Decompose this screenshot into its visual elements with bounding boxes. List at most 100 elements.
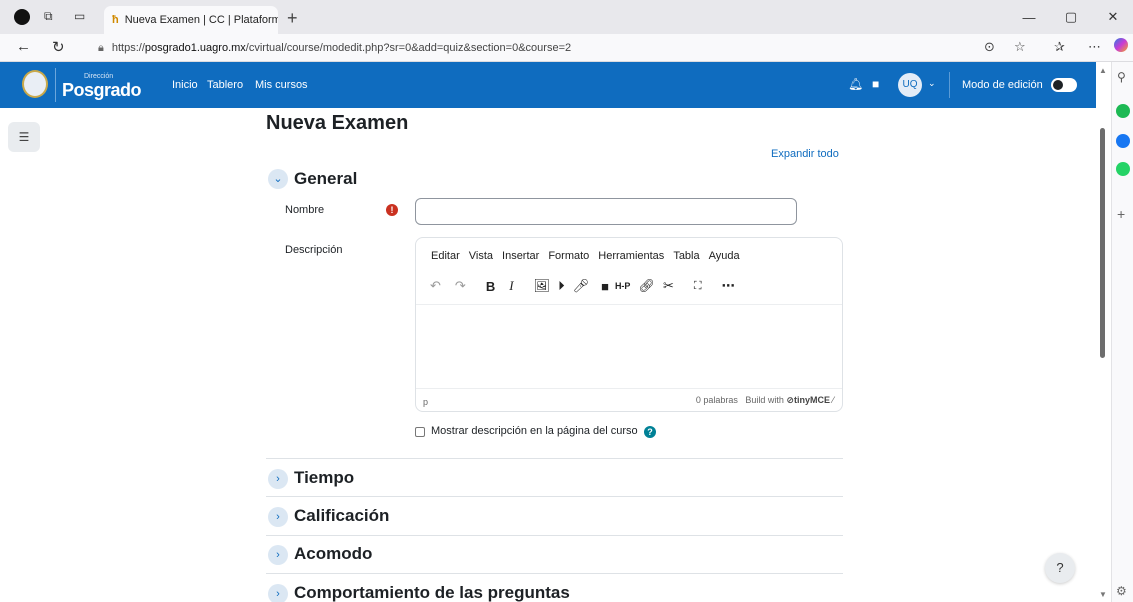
reader-icon[interactable]: ⊙: [984, 39, 995, 55]
general-collapse-chevron-down-icon[interactable]: ⌄: [268, 169, 288, 189]
expand-all-link[interactable]: Expandir todo: [771, 148, 839, 160]
resize-handle-icon[interactable]: ⁄: [832, 395, 834, 405]
section-divider: [266, 496, 843, 497]
editor-menubar: Editar Vista Insertar Formato Herramient…: [431, 250, 740, 262]
address-bar-row: ← ↻ 🔒︎ https://posgrado1.uagro.mx/cvirtu…: [0, 34, 1133, 62]
fullscreen-icon[interactable]: ⛶: [694, 280, 702, 293]
menu-editar[interactable]: Editar: [431, 250, 460, 262]
scroll-up-icon[interactable]: ▲: [1099, 66, 1107, 75]
more-tools-icon[interactable]: ⋯: [722, 278, 735, 294]
url-field[interactable]: 🔒︎ https://posgrado1.uagro.mx/cvirtual/c…: [90, 37, 1055, 59]
university-seal-logo[interactable]: [22, 70, 48, 98]
help-question-icon[interactable]: ?: [644, 426, 656, 438]
minimize-button[interactable]: —: [1014, 0, 1044, 34]
tinymce-brand[interactable]: tinyMCE: [794, 395, 830, 405]
name-input[interactable]: [415, 198, 797, 225]
section-comportamiento-title[interactable]: Comportamiento de las preguntas: [294, 583, 570, 602]
menu-insertar[interactable]: Insertar: [502, 250, 539, 262]
editor-content-area[interactable]: [416, 304, 842, 389]
page-title: Nueva Examen: [266, 112, 409, 134]
browser-tab-bar: ⧉ ▭ ħ Nueva Examen | CC | Plataforma v ×…: [0, 0, 1133, 34]
section-acomodo-title[interactable]: Acomodo: [294, 544, 372, 564]
show-description-label[interactable]: Mostrar descripción en la página del cur…: [431, 425, 638, 437]
italic-icon[interactable]: I: [509, 278, 513, 294]
facebook-icon[interactable]: [1116, 134, 1130, 148]
word-count[interactable]: 0 palabras: [696, 395, 738, 405]
logo-divider: [55, 68, 56, 102]
logo-title[interactable]: Posgrado: [62, 80, 142, 101]
bold-icon[interactable]: B: [486, 279, 495, 294]
nav-tablero-link[interactable]: Tablero: [207, 79, 243, 91]
url-host: posgrado1.uagro.mx: [144, 42, 246, 54]
media-icon[interactable]: ⏵: [558, 278, 565, 294]
user-menu-chevron-down-icon[interactable]: ⌄: [928, 78, 936, 89]
messages-icon[interactable]: ■: [872, 77, 879, 91]
copilot-icon[interactable]: [1114, 38, 1128, 52]
tab-actions-icon[interactable]: ▭: [74, 9, 85, 23]
menu-formato[interactable]: Formato: [548, 250, 589, 262]
sidebar-settings-gear-icon[interactable]: ⚙: [1116, 584, 1127, 598]
description-label: Descripción: [285, 244, 343, 256]
section-divider: [266, 458, 843, 459]
url-prefix: https://: [111, 42, 145, 54]
site-favicon-icon: ħ: [112, 13, 119, 26]
nav-mis-cursos-link[interactable]: Mis cursos: [255, 79, 308, 91]
list-icon: ☰: [18, 130, 30, 144]
favorite-star-icon[interactable]: ☆: [1014, 39, 1026, 55]
maximize-button[interactable]: ▢: [1056, 0, 1086, 34]
new-tab-button[interactable]: +: [287, 8, 298, 29]
h5p-icon[interactable]: H-P: [615, 281, 631, 291]
search-icon[interactable]: ⚲: [1117, 70, 1126, 84]
link-icon[interactable]: 🔗︎: [638, 278, 655, 294]
notifications-bell-icon[interactable]: 🔔︎: [848, 77, 863, 91]
floating-help-button[interactable]: ?: [1045, 553, 1075, 583]
menu-ayuda[interactable]: Ayuda: [709, 250, 740, 262]
spotify-icon[interactable]: [1116, 104, 1130, 118]
section-divider: [266, 535, 843, 536]
scrollbar-thumb[interactable]: [1100, 128, 1105, 358]
site-navbar: Dirección Posgrado Inicio Tablero Mis cu…: [0, 62, 1096, 108]
redo-icon[interactable]: ↷: [455, 278, 466, 294]
section-general-title[interactable]: General: [294, 169, 357, 189]
build-with-text: Build with: [745, 395, 784, 405]
browser-sidebar: ⚲ + ⚙: [1111, 62, 1133, 602]
comportamiento-expand-chevron-right-icon[interactable]: ›: [268, 584, 288, 602]
name-label: Nombre: [285, 204, 325, 216]
user-avatar[interactable]: UQ: [898, 73, 922, 97]
edit-mode-label: Modo de edición: [962, 79, 1043, 91]
microphone-icon[interactable]: 🎤︎: [573, 278, 590, 294]
show-description-checkbox[interactable]: [415, 427, 425, 437]
course-index-toggle-button[interactable]: ☰: [8, 122, 40, 152]
menu-herramientas[interactable]: Herramientas: [598, 250, 664, 262]
section-calificacion-title[interactable]: Calificación: [294, 506, 389, 526]
menu-vista[interactable]: Vista: [469, 250, 493, 262]
scroll-down-icon[interactable]: ▼: [1099, 590, 1107, 599]
unlink-icon[interactable]: ✂: [663, 278, 674, 294]
back-icon[interactable]: ←: [16, 38, 31, 55]
refresh-icon[interactable]: ↻: [52, 38, 65, 56]
calificacion-expand-chevron-right-icon[interactable]: ›: [268, 507, 288, 527]
nav-inicio-link[interactable]: Inicio: [172, 79, 198, 91]
workspaces-icon[interactable]: ⧉: [44, 9, 53, 24]
section-tiempo-title[interactable]: Tiempo: [294, 468, 354, 488]
image-icon[interactable]: 🖼︎: [534, 278, 551, 294]
video-camera-icon[interactable]: ■: [601, 279, 609, 294]
whatsapp-icon[interactable]: [1116, 162, 1130, 176]
menu-tabla[interactable]: Tabla: [673, 250, 699, 262]
add-sidebar-app-icon[interactable]: +: [1117, 206, 1125, 222]
tinymce-logo-icon[interactable]: ⊘: [786, 395, 794, 405]
page-info-icon[interactable]: 🔒︎: [98, 42, 104, 55]
acomodo-expand-chevron-right-icon[interactable]: ›: [268, 545, 288, 565]
tab-title: Nueva Examen | CC | Plataforma v: [124, 14, 278, 26]
editor-statusbar-right: 0 palabras Build with ⊘tinyMCE ⁄: [696, 395, 834, 406]
browser-tab[interactable]: ħ Nueva Examen | CC | Plataforma v ×: [104, 6, 278, 34]
undo-icon[interactable]: ↶: [430, 278, 441, 294]
more-menu-icon[interactable]: ⋯: [1088, 39, 1101, 55]
navbar-divider: [949, 72, 950, 98]
profile-icon[interactable]: [14, 9, 30, 25]
tiempo-expand-chevron-right-icon[interactable]: ›: [268, 469, 288, 489]
edit-mode-toggle[interactable]: [1051, 78, 1077, 92]
favorites-icon[interactable]: ✰: [1054, 39, 1065, 55]
close-window-button[interactable]: ✕: [1098, 0, 1128, 34]
editor-element-path[interactable]: p: [423, 397, 428, 407]
